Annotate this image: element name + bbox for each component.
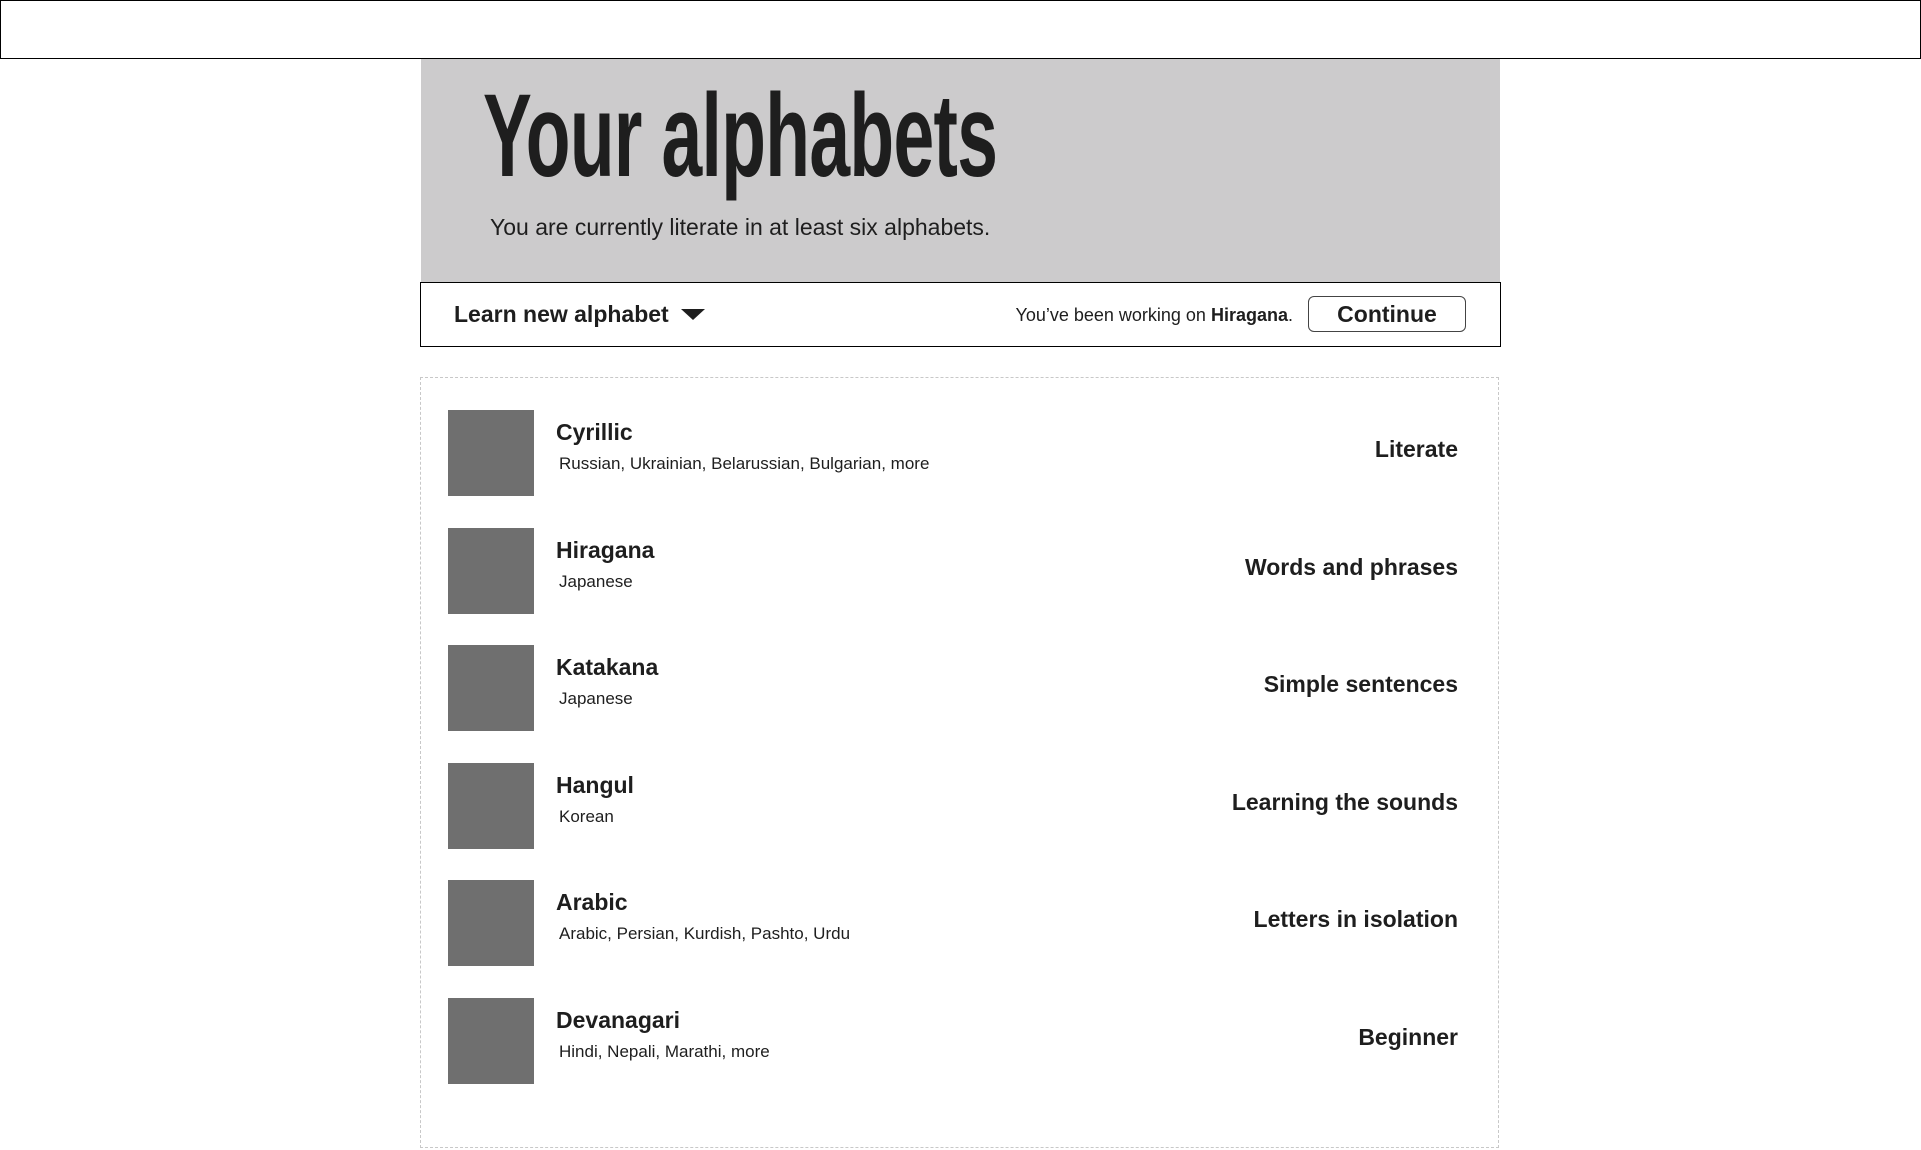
alphabet-thumbnail <box>448 645 534 731</box>
caret-down-icon <box>680 308 705 320</box>
alphabet-row-devanagari[interactable]: Devanagari Hindi, Nepali, Marathi, more … <box>448 998 1458 1084</box>
page-title: Your alphabets <box>483 70 998 202</box>
working-suffix: . <box>1287 305 1293 325</box>
alphabet-status: Words and phrases <box>1244 554 1458 580</box>
alphabet-status: Letters in isolation <box>1253 906 1458 932</box>
alphabet-row-hiragana[interactable]: Hiragana Japanese Words and phrases <box>448 528 1458 614</box>
alphabet-languages: Arabic, Persian, Kurdish, Pashto, Urdu <box>559 924 851 943</box>
alphabet-thumbnail <box>448 998 534 1084</box>
alphabet-languages: Hindi, Nepali, Marathi, more <box>559 1042 770 1061</box>
alphabet-languages: Korean <box>559 807 614 826</box>
alphabet-row-katakana[interactable]: Katakana Japanese Simple sentences <box>448 645 1458 731</box>
alphabet-toolbar: Learn new alphabet You’ve been working o… <box>420 282 1501 347</box>
alphabet-languages: Japanese <box>559 572 633 591</box>
learn-new-alphabet-label: Learn new alphabet <box>454 300 669 327</box>
alphabet-status: Beginner <box>1358 1024 1458 1050</box>
page-subtitle: You are currently literate in at least s… <box>490 214 991 240</box>
alphabet-list: Cyrillic Russian, Ukrainian, Belarussian… <box>420 377 1499 1148</box>
alphabet-name: Hangul <box>556 772 634 798</box>
alphabet-thumbnail <box>448 410 534 496</box>
alphabet-row-arabic[interactable]: Arabic Arabic, Persian, Kurdish, Pashto,… <box>448 880 1458 966</box>
alphabet-status: Literate <box>1374 436 1458 462</box>
alphabet-name: Devanagari <box>556 1007 681 1033</box>
learn-new-alphabet-dropdown[interactable]: Learn new alphabet <box>454 299 705 329</box>
working-alphabet: Hiragana <box>1210 305 1288 325</box>
top-navigation-bar <box>0 0 1921 59</box>
alphabet-languages: Japanese <box>559 689 633 708</box>
alphabet-thumbnail <box>448 528 534 614</box>
alphabet-name: Hiragana <box>556 537 655 563</box>
alphabet-name: Arabic <box>556 889 628 915</box>
alphabet-thumbnail <box>448 880 534 966</box>
alphabet-languages: Russian, Ukrainian, Belarussian, Bulgari… <box>559 454 930 473</box>
continue-button[interactable]: Continue <box>1308 296 1466 332</box>
alphabet-row-hangul[interactable]: Hangul Korean Learning the sounds <box>448 763 1458 849</box>
alphabet-status: Simple sentences <box>1263 671 1458 697</box>
working-prefix: You’ve been working on <box>1015 305 1211 325</box>
page-header: Your alphabets You are currently literat… <box>421 59 1500 282</box>
alphabet-name: Katakana <box>556 654 659 680</box>
alphabet-row-cyrillic[interactable]: Cyrillic Russian, Ukrainian, Belarussian… <box>448 410 1458 496</box>
current-progress-text: You’ve been working on Hiragana. <box>1015 305 1293 326</box>
alphabet-name: Cyrillic <box>556 419 633 445</box>
alphabet-thumbnail <box>448 763 534 849</box>
alphabet-status: Learning the sounds <box>1231 789 1458 815</box>
